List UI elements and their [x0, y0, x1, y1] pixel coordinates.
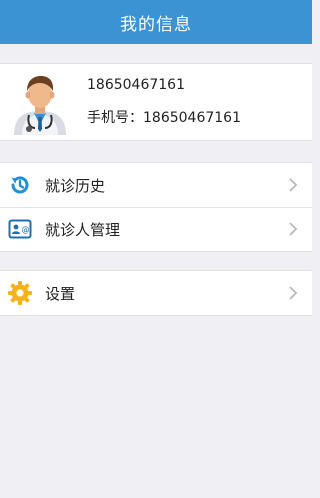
profile-phone: 手机号：18650467161 [87, 110, 241, 126]
history-icon [7, 172, 33, 198]
page-title: 我的信息 [120, 14, 192, 35]
doctor-avatar-icon [8, 71, 72, 135]
profile-username: 18650467161 [87, 77, 185, 93]
menu-item-patients[interactable]: @ 就诊人管理 [0, 207, 312, 251]
navigation-bar: 我的信息 [0, 0, 312, 44]
menu-group-visits: 就诊历史 @ 就诊人管理 [0, 162, 312, 252]
menu-item-history[interactable]: 就诊历史 [0, 163, 312, 207]
menu-item-settings-label: 设置 [45, 284, 76, 303]
chevron-right-icon [289, 178, 298, 192]
svg-text:@: @ [22, 225, 30, 234]
menu-item-patients-label: 就诊人管理 [45, 220, 121, 239]
gear-icon [7, 280, 33, 306]
menu-item-history-label: 就诊历史 [45, 176, 106, 195]
profile-card[interactable]: 18650467161 手机号：18650467161 [0, 63, 312, 141]
menu-item-settings[interactable]: 设置 [0, 271, 312, 315]
chevron-right-icon [289, 286, 298, 300]
chevron-right-icon [289, 222, 298, 236]
contact-card-icon: @ [7, 216, 33, 242]
menu-group-settings: 设置 [0, 270, 312, 316]
